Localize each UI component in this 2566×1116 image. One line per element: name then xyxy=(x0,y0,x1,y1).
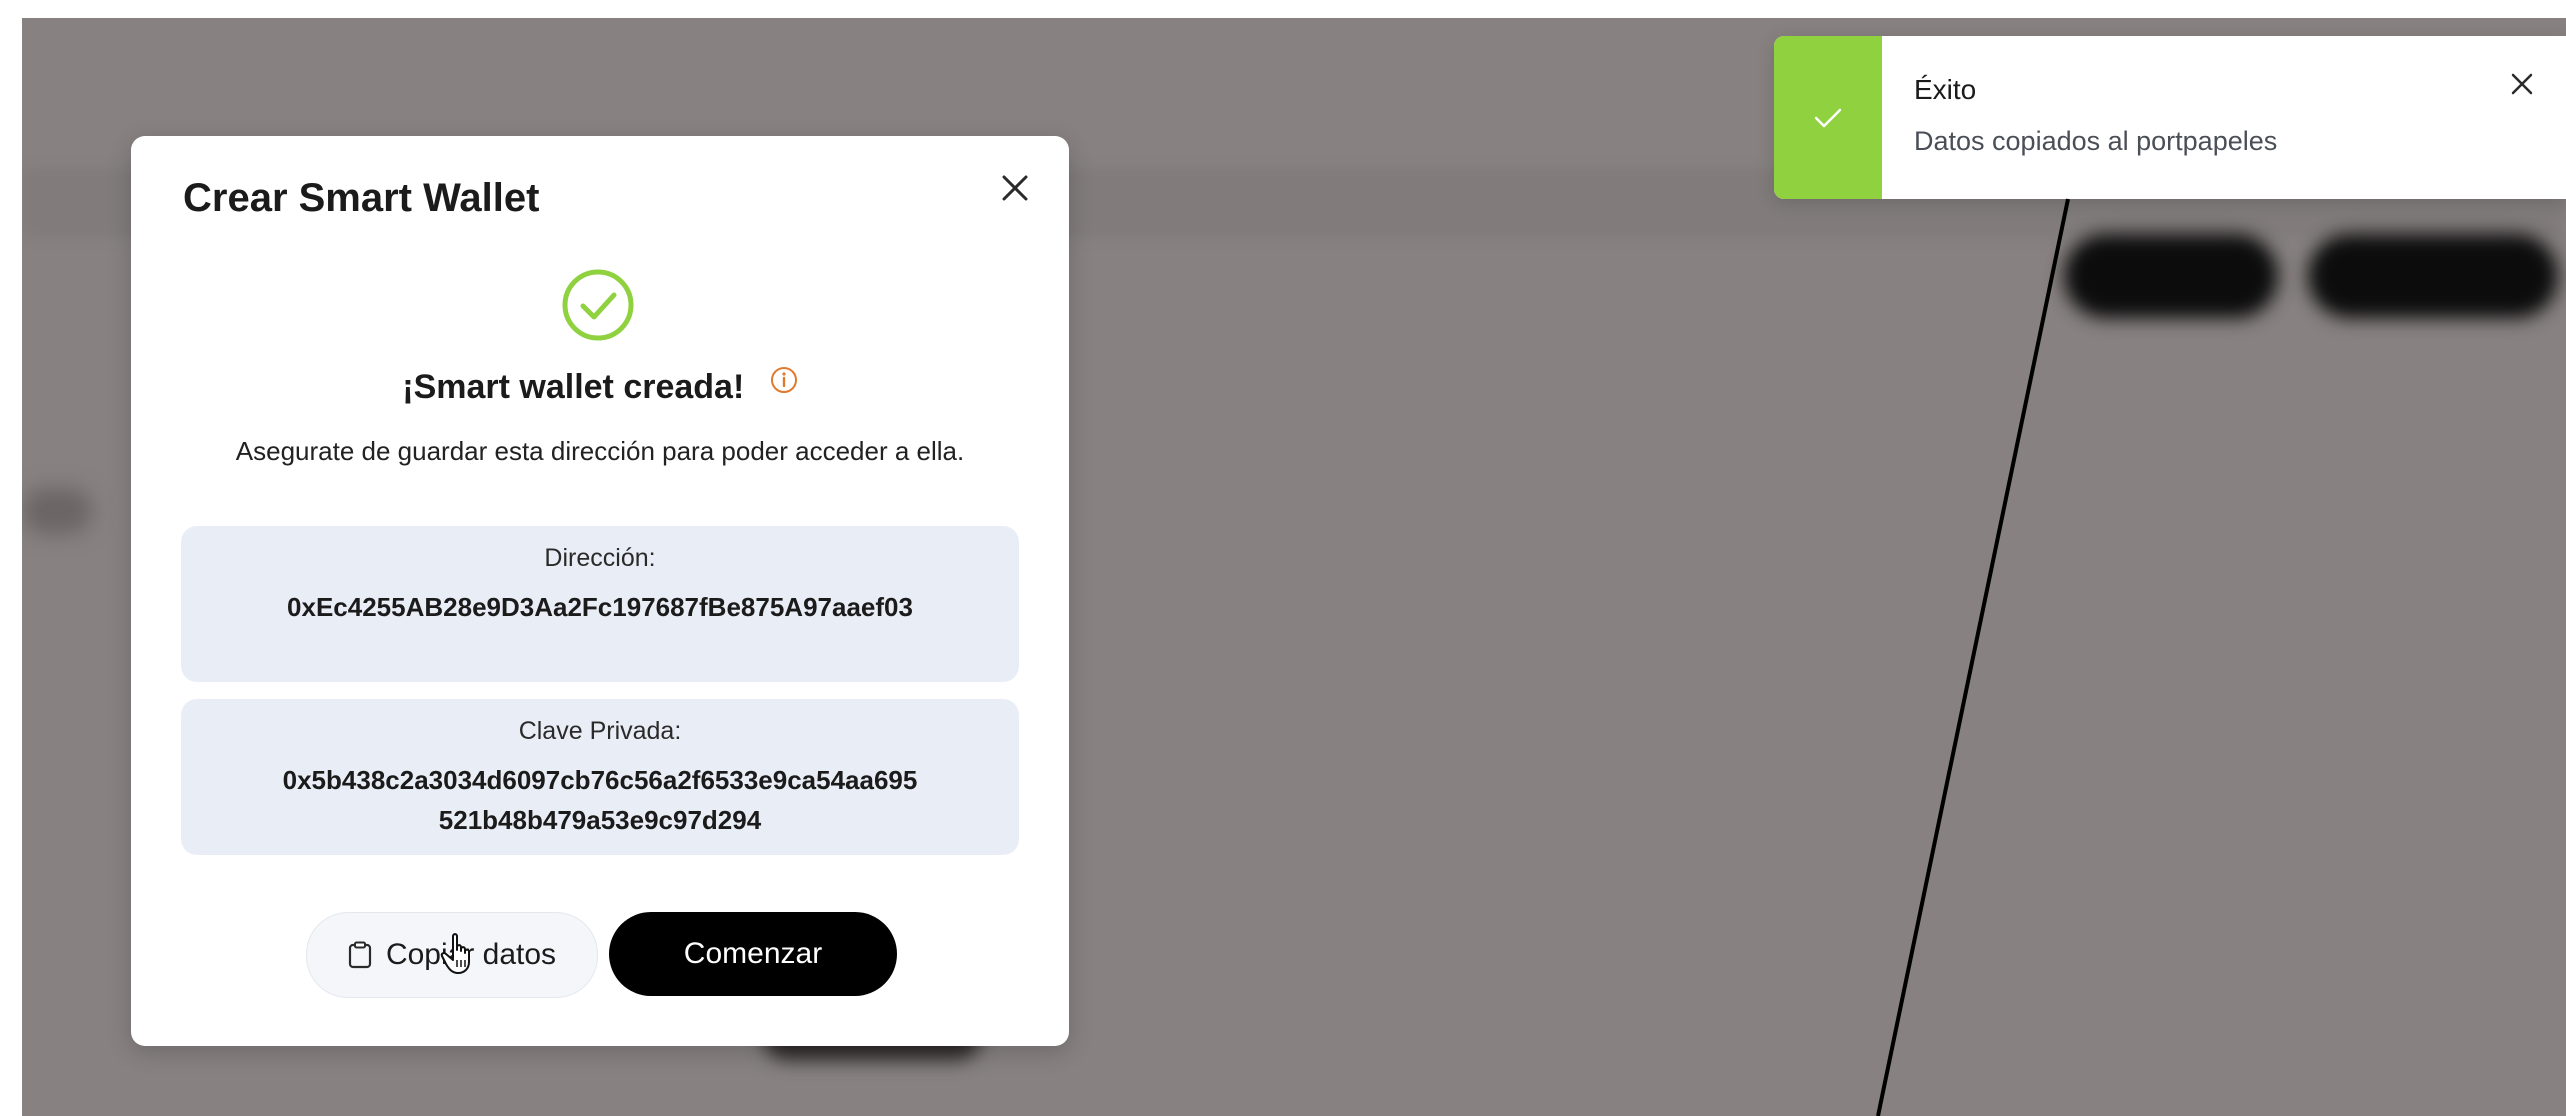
address-label: Dirección: xyxy=(544,544,656,572)
private-key-value: 0x5b438c2a3034d6097cb76c56a2f6533e9ca54a… xyxy=(282,765,918,835)
success-heading-text: ¡Smart wallet creada! xyxy=(402,368,745,406)
hand-pointer-icon xyxy=(440,933,470,974)
close-icon[interactable] xyxy=(2500,62,2544,106)
blurred-background-element xyxy=(22,488,92,534)
checkmark-icon xyxy=(1814,108,1842,127)
toast-message: Datos copiados al portpapeles xyxy=(1914,126,2278,156)
private-key-card: Clave Privada: 0x5b438c2a3034d6097cb76c5… xyxy=(181,699,1019,855)
start-button-label: Comenzar xyxy=(683,937,823,970)
success-heading: ¡Smart wallet creada! xyxy=(131,366,1069,407)
blurred-background-button xyxy=(2308,234,2558,318)
toast-status-strip xyxy=(1774,36,1882,199)
blurred-background-button xyxy=(2064,234,2278,318)
start-button[interactable]: Comenzar xyxy=(609,912,897,996)
close-icon[interactable] xyxy=(991,164,1039,212)
info-icon[interactable] xyxy=(770,366,798,394)
check-circle-icon xyxy=(562,269,634,341)
address-card: Dirección: 0xEc4255AB28e9D3Aa2Fc197687fB… xyxy=(181,526,1019,682)
instructions-text: Asegurate de guardar esta dirección para… xyxy=(235,436,965,466)
clipboard-icon xyxy=(348,941,372,969)
private-key-label: Clave Privada: xyxy=(518,717,682,745)
address-value: 0xEc4255AB28e9D3Aa2Fc197687fBe875A97aaef… xyxy=(287,592,913,622)
success-toast: Éxito Datos copiados al portpapeles xyxy=(1774,36,2566,199)
dialog-title: Crear Smart Wallet xyxy=(183,176,540,220)
toast-title: Éxito xyxy=(1914,74,1977,105)
create-smart-wallet-dialog: Crear Smart Wallet ¡Smart wallet creada!… xyxy=(131,136,1069,1046)
